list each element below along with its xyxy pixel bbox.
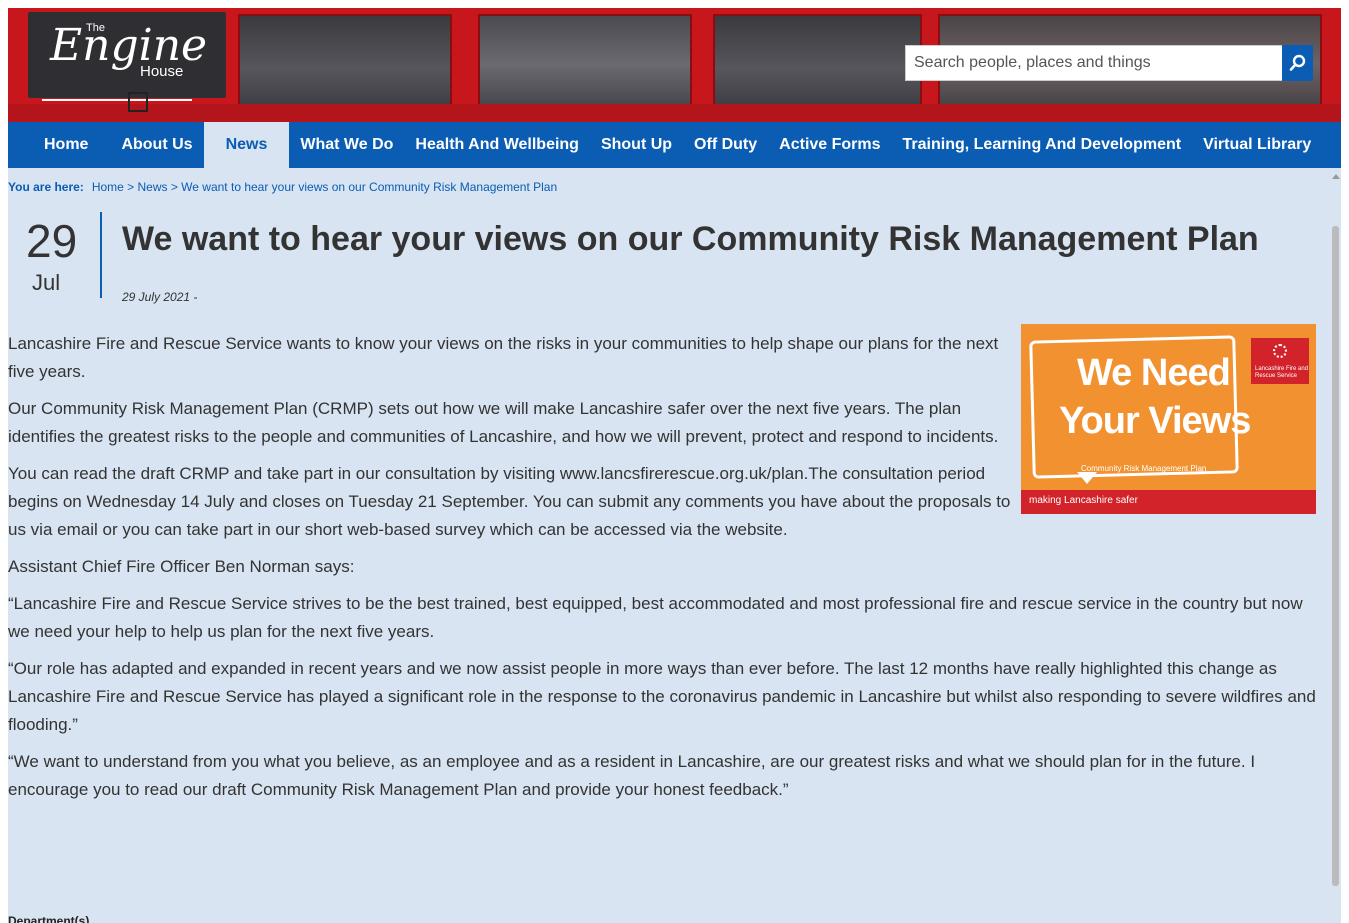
nav-news[interactable]: News <box>203 122 290 168</box>
paragraph-6: “Our role has adapted and expanded in re… <box>8 659 1316 734</box>
search-box <box>905 45 1311 81</box>
article-day: 29 <box>26 215 78 267</box>
paragraph-1: Lancashire Fire and Rescue Service wants… <box>8 334 999 381</box>
search-icon <box>1289 54 1305 71</box>
logo-engine: Engine <box>50 20 208 71</box>
paragraph-3: You can read the draft CRMP and take par… <box>8 460 1013 544</box>
nav-about-us[interactable]: About Us <box>110 122 203 168</box>
nav-off-duty[interactable]: Off Duty <box>683 122 768 168</box>
breadcrumb-path[interactable]: Home > News > We want to hear your views… <box>92 180 557 194</box>
paragraph-2: Our Community Risk Management Plan (CRMP… <box>8 399 999 446</box>
article-body: Lancashire Fire and Rescue Service wants… <box>8 330 1324 813</box>
paragraph-4: Assistant Chief Fire Officer Ben Norman … <box>8 557 355 576</box>
date-divider <box>100 212 102 298</box>
plan-link[interactable]: www.lancsfirerescue.org.uk/plan <box>560 464 804 483</box>
nav-active-forms[interactable]: Active Forms <box>768 122 891 168</box>
top-strip <box>0 0 1349 8</box>
scrollbar-thumb[interactable] <box>1332 226 1339 886</box>
p3-text-a: You can read the draft CRMP and take par… <box>8 464 560 483</box>
main-content: You are here: Home > News > We want to he… <box>8 168 1330 923</box>
nav-virtual-library[interactable]: Virtual Library <box>1192 122 1322 168</box>
logo-house: House <box>140 63 184 80</box>
header-window-pane <box>478 14 692 106</box>
site-logo[interactable]: The Engine House <box>28 12 226 112</box>
p3-text-c: or you can take part in our short web-ba… <box>97 520 788 539</box>
header-rail <box>8 104 1341 122</box>
breadcrumb: You are here: Home > News > We want to he… <box>8 180 557 194</box>
logo-mark <box>128 92 148 112</box>
nav-what-we-do[interactable]: What We Do <box>289 122 404 168</box>
paragraph-5: “Lancashire Fire and Rescue Service stri… <box>8 594 1303 641</box>
nav-shout-up[interactable]: Shout Up <box>590 122 683 168</box>
header-window-pane <box>713 14 922 106</box>
article-date: 29 July 2021 - <box>122 290 198 304</box>
article-title: We want to hear your views on our Commun… <box>122 220 1259 258</box>
logo-underline <box>42 99 192 101</box>
nav-health-and-wellbeing[interactable]: Health And Wellbeing <box>404 122 590 168</box>
scrollbar[interactable] <box>1330 168 1341 923</box>
scroll-up-arrow-icon[interactable] <box>1332 174 1340 179</box>
email-link[interactable]: email <box>57 520 98 539</box>
nav-training-learning-development[interactable]: Training, Learning And Development <box>892 122 1193 168</box>
paragraph-7: “We want to understand from you what you… <box>8 752 1256 799</box>
search-button[interactable] <box>1282 45 1313 81</box>
nav-home[interactable]: Home <box>8 122 110 168</box>
header-window-pane <box>238 14 452 106</box>
breadcrumb-label: You are here: <box>8 180 84 194</box>
main-nav: Home About Us News What We Do Health And… <box>8 122 1341 168</box>
article-month: Jul <box>32 270 61 295</box>
department-label: Department(s) <box>8 914 90 923</box>
search-input[interactable] <box>906 46 1292 80</box>
